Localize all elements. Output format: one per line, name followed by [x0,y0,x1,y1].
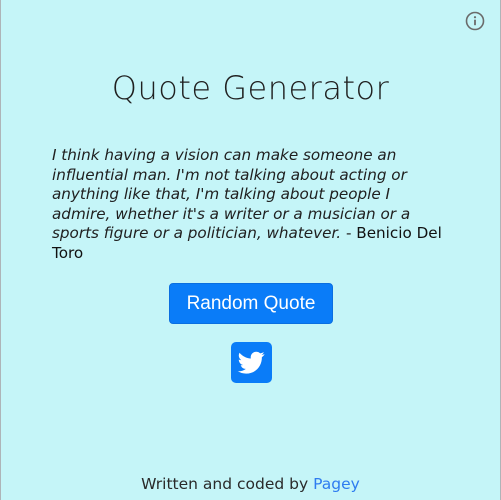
quote-separator: - [341,224,357,243]
info-icon[interactable] [465,11,485,31]
page-title: Quote Generator [111,69,390,107]
twitter-icon [237,351,265,374]
tweet-quote-button[interactable] [231,342,272,383]
footer-credit: Written and coded by Pagey [0,475,501,493]
random-quote-button[interactable]: Random Quote [169,283,333,324]
quote-block: I think having a vision can make someone… [52,146,452,264]
author-link[interactable]: Pagey [313,475,360,493]
footer-text: Written and coded by [141,475,314,493]
